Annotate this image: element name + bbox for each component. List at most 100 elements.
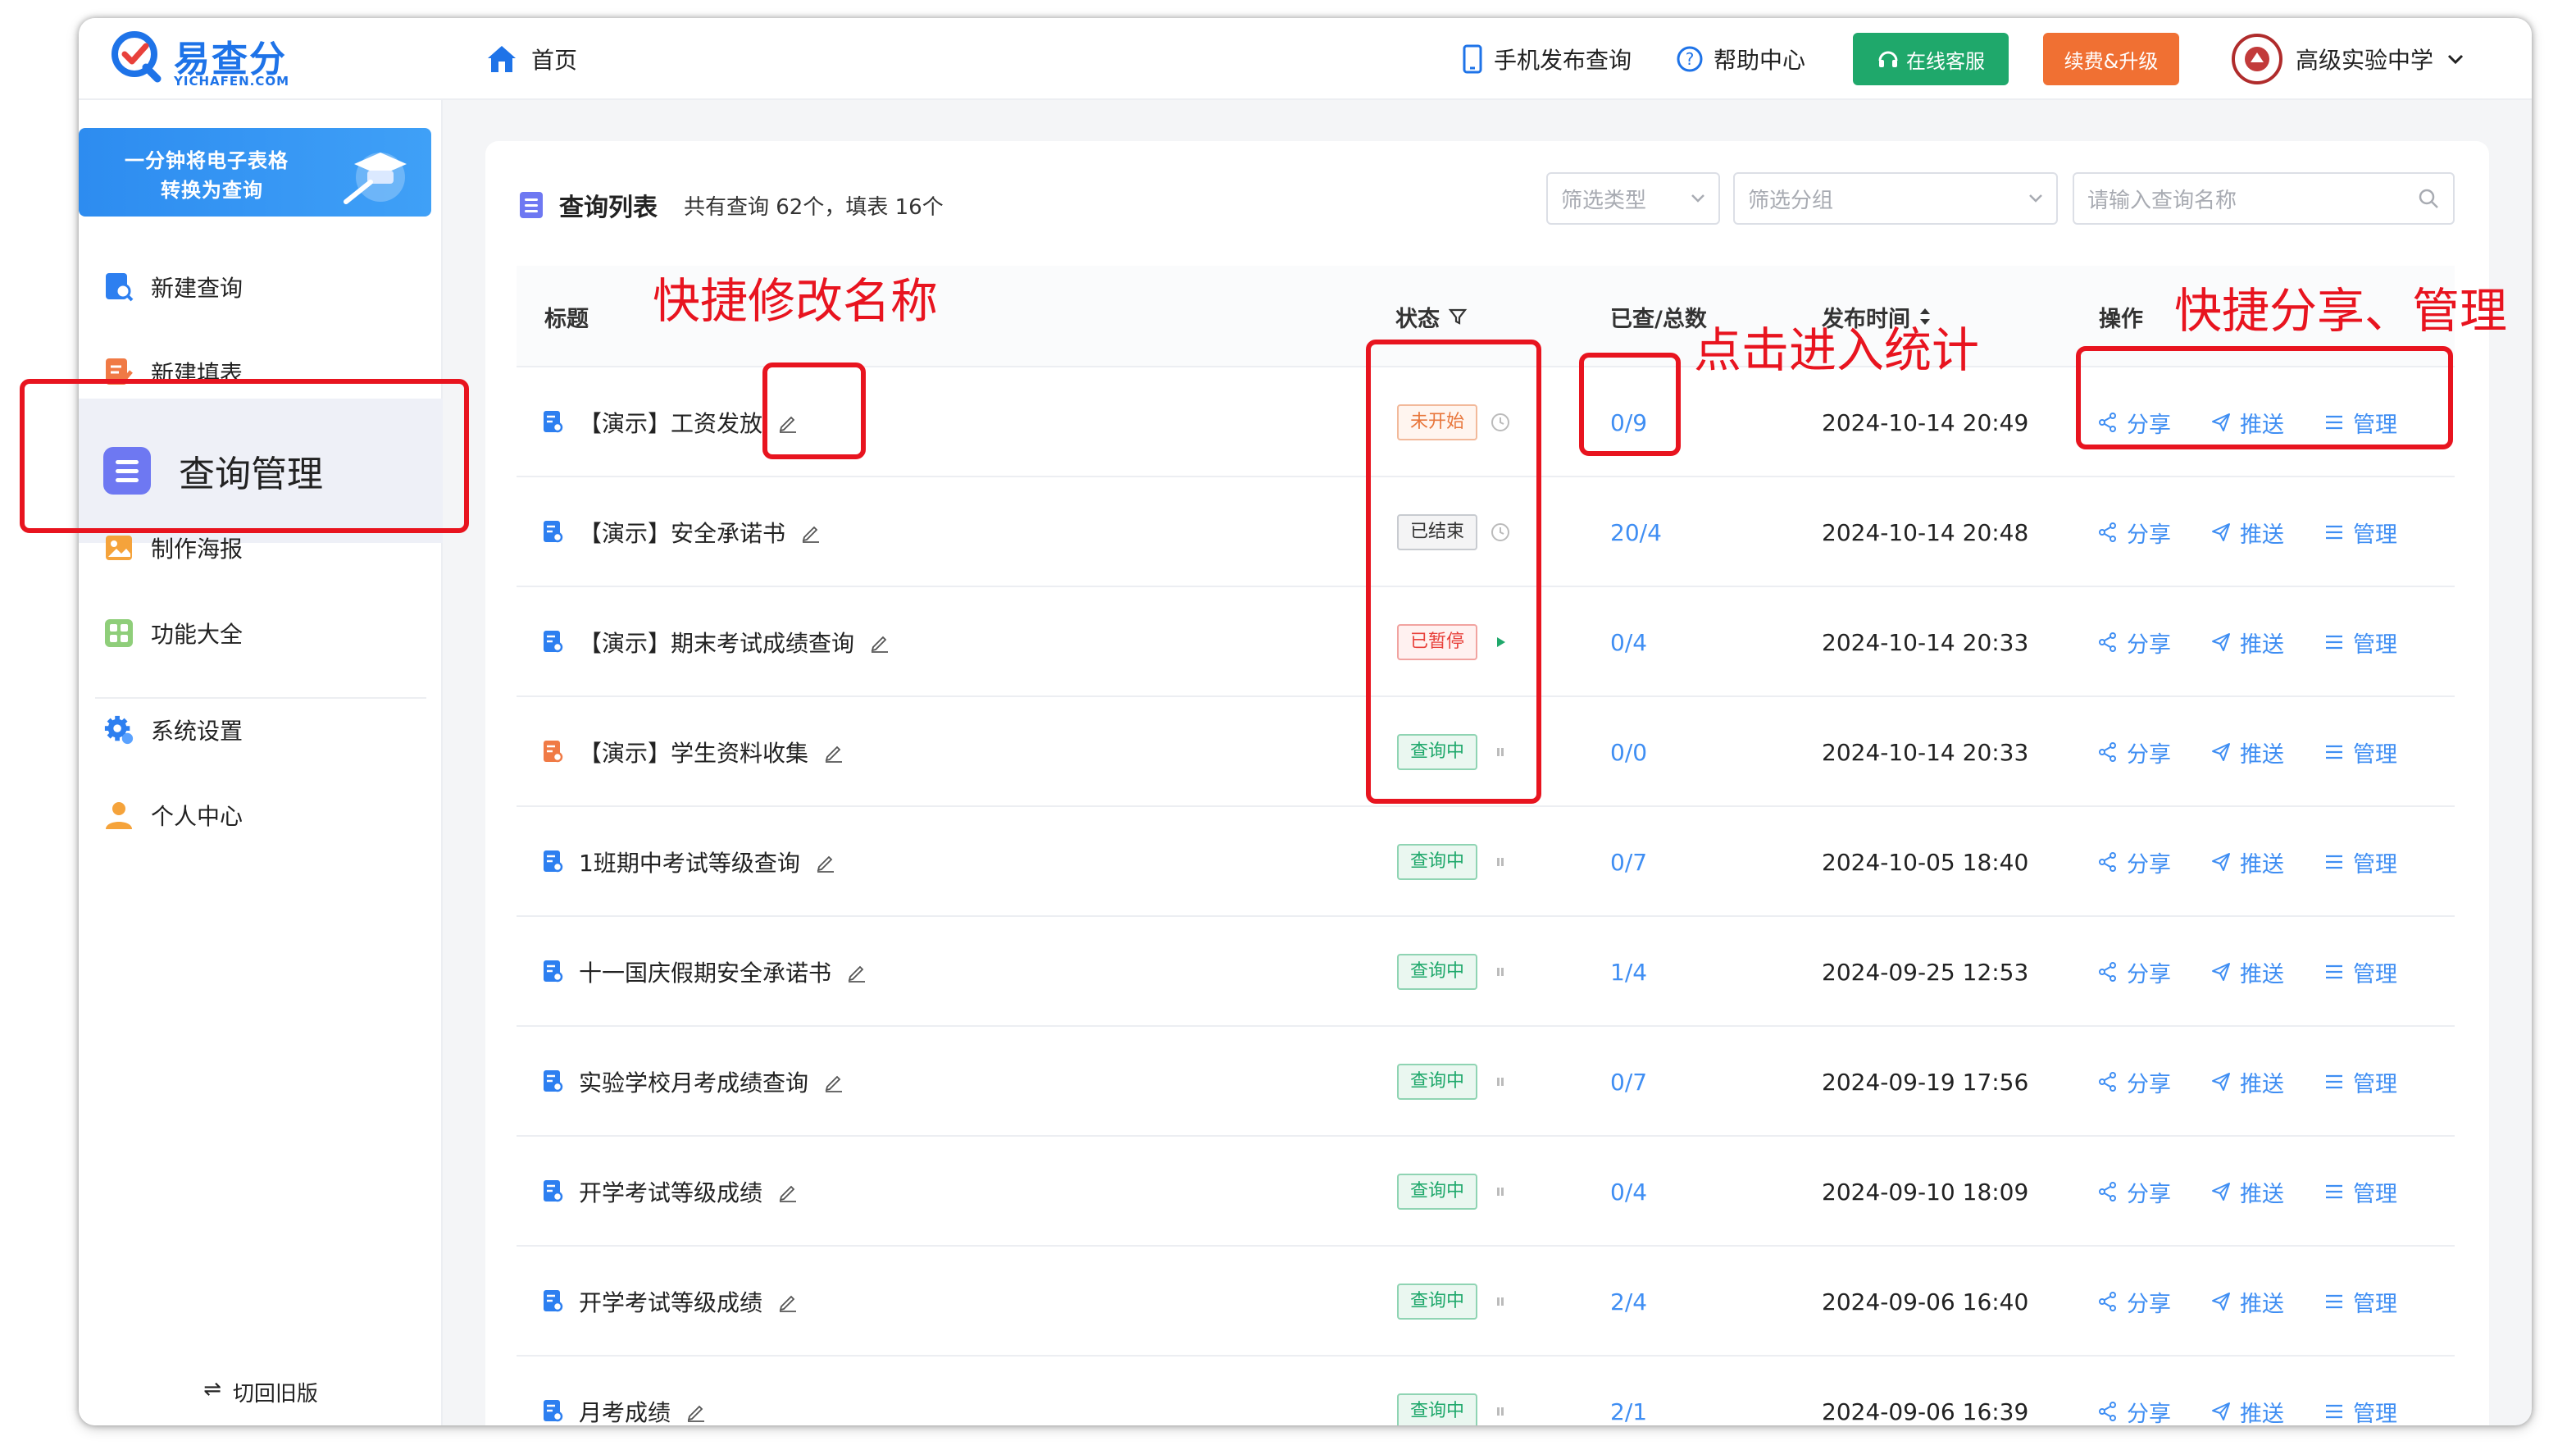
row-title-cell: 开学考试等级成绩	[543, 1137, 799, 1247]
status-action[interactable]	[1491, 1072, 1510, 1092]
status-badge: 查询中	[1397, 1393, 1478, 1425]
share-button[interactable]: 分享	[2097, 1286, 2171, 1318]
share-button[interactable]: 分享	[2097, 736, 2171, 768]
list-summary: 共有查询 62个，填表 16个	[684, 194, 944, 220]
share-button[interactable]: 分享	[2097, 1396, 2171, 1425]
push-button[interactable]: 推送	[2210, 627, 2284, 659]
share-button[interactable]: 分享	[2097, 846, 2171, 878]
push-button[interactable]: 推送	[2210, 517, 2284, 549]
share-label: 分享	[2127, 1291, 2171, 1317]
status-action[interactable]	[1491, 852, 1510, 872]
row-title[interactable]: 【演示】期末考试成绩查询	[579, 626, 854, 659]
pause-icon[interactable]	[1491, 1292, 1510, 1311]
publish-time: 2024-10-14 20:33	[1822, 628, 2029, 656]
edit-name-icon[interactable]	[823, 741, 844, 763]
manage-button[interactable]: 管理	[2323, 736, 2397, 768]
edit-name-icon[interactable]	[800, 522, 821, 543]
push-button[interactable]: 推送	[2210, 1396, 2284, 1425]
manage-button[interactable]: 管理	[2323, 956, 2397, 988]
row-title[interactable]: 实验学校月考成绩查询	[579, 1065, 808, 1098]
logo[interactable]: 易查分 YICHAFEN.COM	[110, 26, 290, 92]
pause-icon[interactable]	[1491, 1072, 1510, 1092]
row-title[interactable]: 开学考试等级成绩	[579, 1285, 762, 1318]
edit-name-icon[interactable]	[846, 961, 867, 983]
share-icon	[2099, 962, 2116, 982]
push-button[interactable]: 推送	[2210, 1176, 2284, 1208]
manage-button[interactable]: 管理	[2323, 1066, 2397, 1098]
sidebar-item-personal-center[interactable]: 个人中心	[103, 791, 243, 840]
share-button[interactable]: 分享	[2097, 517, 2171, 549]
switch-old-version-link[interactable]: ⇌ 切回旧版	[79, 1377, 443, 1407]
online-service-button[interactable]: 在线客服	[1853, 33, 2009, 85]
push-button[interactable]: 推送	[2210, 846, 2284, 878]
sidebar-item-system-settings[interactable]: 系统设置	[103, 705, 243, 755]
row-title[interactable]: 十一国庆假期安全承诺书	[579, 955, 831, 988]
query-count-link[interactable]: 1/4	[1610, 959, 1647, 986]
row-title-cell: 开学考试等级成绩	[543, 1247, 799, 1357]
renew-upgrade-button[interactable]: 续费&升级	[2043, 33, 2179, 85]
account-menu[interactable]: 高级实验中学	[2232, 30, 2464, 89]
share-label: 分享	[2127, 741, 2171, 768]
query-count-link[interactable]: 0/4	[1610, 629, 1647, 656]
row-count-cell: 0/7	[1610, 1027, 1647, 1137]
edit-name-icon[interactable]	[685, 1401, 707, 1422]
query-count-link[interactable]: 0/0	[1610, 739, 1647, 766]
features-grid-icon	[103, 618, 134, 649]
mobile-publish-link[interactable]: 手机发布查询	[1461, 38, 1632, 80]
pause-icon[interactable]	[1491, 1182, 1510, 1201]
home-link[interactable]: 首页	[485, 38, 577, 80]
row-title[interactable]: 1班期中考试等级查询	[579, 846, 800, 878]
row-title[interactable]: 【演示】工资发放	[579, 406, 762, 439]
help-center-link[interactable]: ? 帮助中心	[1676, 38, 1805, 80]
school-name: 高级实验中学	[2296, 47, 2434, 74]
share-button[interactable]: 分享	[2097, 956, 2171, 988]
status-action[interactable]	[1491, 1182, 1510, 1201]
query-count-link[interactable]: 2/4	[1610, 1288, 1647, 1315]
sidebar-item-label: 新建查询	[151, 275, 243, 302]
edit-name-icon[interactable]	[777, 1181, 799, 1202]
edit-name-icon[interactable]	[823, 1071, 844, 1092]
status-action[interactable]	[1491, 962, 1510, 982]
share-button[interactable]: 分享	[2097, 1176, 2171, 1208]
query-count-link[interactable]: 0/4	[1610, 1179, 1647, 1206]
query-count-link[interactable]: 20/4	[1610, 519, 1662, 546]
annotation-stats-text: 点击进入统计	[1694, 322, 1980, 378]
pause-icon[interactable]	[1491, 1402, 1510, 1421]
edit-name-icon[interactable]	[869, 632, 890, 653]
manage-button[interactable]: 管理	[2323, 1396, 2397, 1425]
share-button[interactable]: 分享	[2097, 627, 2171, 659]
row-title[interactable]: 开学考试等级成绩	[579, 1175, 762, 1208]
edit-name-icon[interactable]	[815, 851, 836, 873]
manage-button[interactable]: 管理	[2323, 1176, 2397, 1208]
manage-button[interactable]: 管理	[2323, 1286, 2397, 1318]
query-count-link[interactable]: 0/7	[1610, 849, 1647, 876]
filter-group-select[interactable]: 筛选分组	[1733, 172, 2058, 225]
push-label: 推送	[2240, 741, 2284, 768]
filter-funnel-icon[interactable]	[1448, 307, 1468, 326]
sidebar-item-new-query[interactable]: 新建查询	[103, 262, 243, 312]
search-input[interactable]: 请输入查询名称	[2073, 172, 2455, 225]
row-title[interactable]: 【演示】学生资料收集	[579, 736, 808, 768]
share-button[interactable]: 分享	[2097, 1066, 2171, 1098]
status-action[interactable]	[1491, 1292, 1510, 1311]
filter-type-select[interactable]: 筛选类型	[1546, 172, 1720, 225]
push-button[interactable]: 推送	[2210, 736, 2284, 768]
manage-button[interactable]: 管理	[2323, 846, 2397, 878]
push-button[interactable]: 推送	[2210, 1286, 2284, 1318]
push-button[interactable]: 推送	[2210, 1066, 2284, 1098]
pause-icon[interactable]	[1491, 962, 1510, 982]
excel-convert-banner[interactable]: 一分钟将电子表格 转换为查询	[79, 128, 431, 217]
sidebar-item-all-features[interactable]: 功能大全	[103, 609, 243, 658]
send-icon	[2212, 1293, 2230, 1311]
query-count-link[interactable]: 2/1	[1610, 1398, 1647, 1425]
row-title[interactable]: 月考成绩	[579, 1395, 671, 1425]
switch-old-version-label: 切回旧版	[232, 1382, 318, 1407]
pause-icon[interactable]	[1491, 852, 1510, 872]
push-button[interactable]: 推送	[2210, 956, 2284, 988]
manage-button[interactable]: 管理	[2323, 517, 2397, 549]
manage-button[interactable]: 管理	[2323, 627, 2397, 659]
row-title[interactable]: 【演示】安全承诺书	[579, 516, 785, 549]
status-action[interactable]	[1491, 1402, 1510, 1421]
query-count-link[interactable]: 0/7	[1610, 1069, 1647, 1096]
edit-name-icon[interactable]	[777, 1291, 799, 1312]
